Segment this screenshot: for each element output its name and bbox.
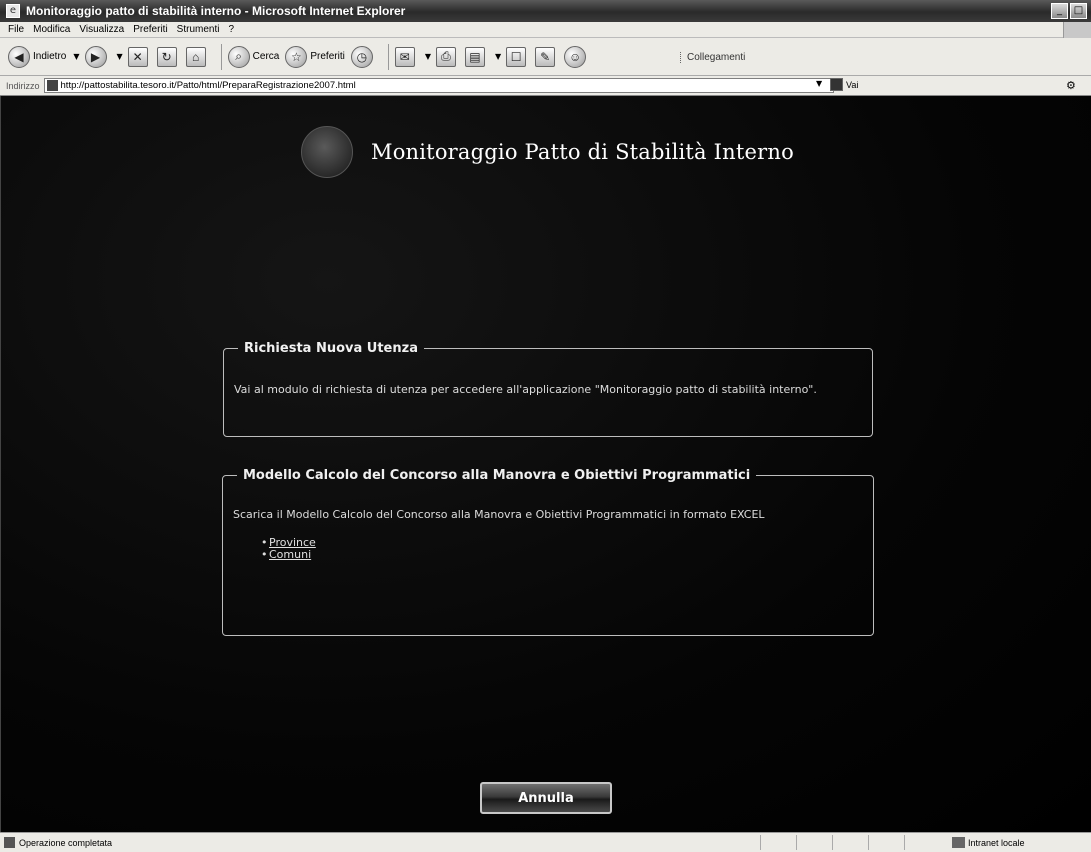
research-button[interactable]: ✎ [535,46,558,67]
calc-model-links: • Province • Comuni [233,537,863,561]
toolbar-options-icon[interactable]: ⚙ [1066,79,1076,92]
page-content: Monitoraggio Patto di Stabilità Interno … [0,96,1091,832]
search-label: Cerca [252,51,280,62]
print-icon: ⎙ [435,46,456,67]
status-panes [760,835,940,850]
calc-model-description: Scarica il Modello Calcolo del Concorso … [233,508,765,521]
menu-modifica[interactable]: Modifica [33,24,70,35]
back-label: Indietro [33,51,67,62]
ie-app-icon: e [6,4,20,18]
home-button[interactable]: ⌂ [185,46,209,67]
window-title: Monitoraggio patto di stabilità interno … [26,4,406,18]
edit-dropdown-icon[interactable]: ▼ [495,52,501,61]
page-done-icon [4,837,15,848]
back-button[interactable]: ◀ Indietro [8,45,67,68]
discuss-button[interactable]: ☐ [506,46,529,67]
security-zone: Intranet locale [952,837,1025,848]
page-title: Monitoraggio Patto di Stabilità Interno [371,140,794,164]
menu-preferiti[interactable]: Preferiti [133,24,167,35]
address-input[interactable] [60,79,821,92]
back-dropdown-icon[interactable]: ▼ [73,52,79,61]
menu-help[interactable]: ? [228,24,234,35]
print-button[interactable]: ⎙ [435,46,459,67]
history-icon: ◷ [350,45,373,68]
status-pane [760,835,796,850]
window-titlebar[interactable]: e Monitoraggio patto di stabilità intern… [0,0,1091,22]
list-item: • Province [261,536,316,549]
toolbar-separator [220,43,222,70]
links-label[interactable]: Collegamenti [680,52,745,63]
calc-model-box: Modello Calcolo del Concorso alla Manovr… [222,468,874,636]
mail-icon: ✉ [394,46,415,67]
mail-button[interactable]: ✉ [394,46,418,67]
status-pane [868,835,904,850]
go-arrow-icon [830,78,843,91]
window-controls: _ □ [1051,3,1087,19]
status-pane [904,835,940,850]
research-icon: ✎ [535,46,556,67]
discuss-icon: ☐ [506,46,527,67]
page-icon [46,80,58,91]
edit-page-icon: ▤ [464,46,485,67]
edit-button[interactable]: ▤ [464,46,488,67]
go-button[interactable]: Vai [830,78,858,91]
republic-seal-logo [301,126,353,178]
refresh-icon: ↻ [156,46,177,67]
go-label: Vai [846,79,859,90]
home-icon: ⌂ [185,46,206,67]
forward-button[interactable]: ▶ [84,45,110,68]
standard-toolbar: ◀ Indietro ▼ ▶ ▼ ✕ ↻ ⌂ ⌕ Cerca ☆ Preferi… [0,38,1091,76]
history-button[interactable]: ◷ [350,45,376,68]
calc-model-legend: Modello Calcolo del Concorso alla Manovr… [243,468,751,483]
refresh-button[interactable]: ↻ [156,46,180,67]
mail-dropdown-icon[interactable]: ▼ [425,52,431,61]
comuni-link[interactable]: Comuni [269,548,311,561]
back-arrow-icon: ◀ [8,45,30,68]
favorites-button[interactable]: ☆ Preferiti [285,45,345,68]
new-user-request-link[interactable]: Vai al modulo di richiesta di utenza per… [234,384,862,396]
search-button[interactable]: ⌕ Cerca [227,45,280,68]
minimize-button[interactable]: _ [1051,3,1068,19]
windows-logo-icon [1063,22,1091,38]
favorites-label: Preferiti [310,51,345,62]
page-header: Monitoraggio Patto di Stabilità Interno [301,126,794,178]
search-icon: ⌕ [227,45,250,68]
status-text: Operazione completata [19,837,113,848]
messenger-icon: ☺ [564,45,587,68]
stop-button[interactable]: ✕ [127,46,151,67]
address-dropdown-icon[interactable]: ▼ [816,79,822,88]
favorites-star-icon: ☆ [285,45,308,68]
forward-arrow-icon: ▶ [84,45,107,68]
menu-strumenti[interactable]: Strumenti [177,24,220,35]
messenger-button[interactable]: ☺ [564,45,589,68]
cancel-button[interactable]: Annulla [480,782,612,814]
toolbar-separator [387,43,389,70]
address-bar: Indirizzo ▼ Vai ⚙ [0,76,1091,96]
stop-icon: ✕ [127,46,148,67]
new-user-request-legend: Richiesta Nuova Utenza [244,341,418,356]
zone-label: Intranet locale [968,837,1025,848]
status-pane [796,835,832,850]
forward-dropdown-icon[interactable]: ▼ [117,52,123,61]
list-item: • Comuni [261,548,312,561]
status-pane [832,835,868,850]
status-bar: Operazione completata Intranet locale [0,832,1091,852]
menu-visualizza[interactable]: Visualizza [79,24,124,35]
menu-bar: File Modifica Visualizza Preferiti Strum… [0,22,1091,38]
address-field[interactable] [43,78,834,93]
maximize-button[interactable]: □ [1070,3,1087,19]
intranet-zone-icon [952,837,965,848]
menu-file[interactable]: File [8,24,24,35]
address-label: Indirizzo [6,80,40,91]
new-user-request-box: Richiesta Nuova Utenza Vai al modulo di … [223,341,873,437]
